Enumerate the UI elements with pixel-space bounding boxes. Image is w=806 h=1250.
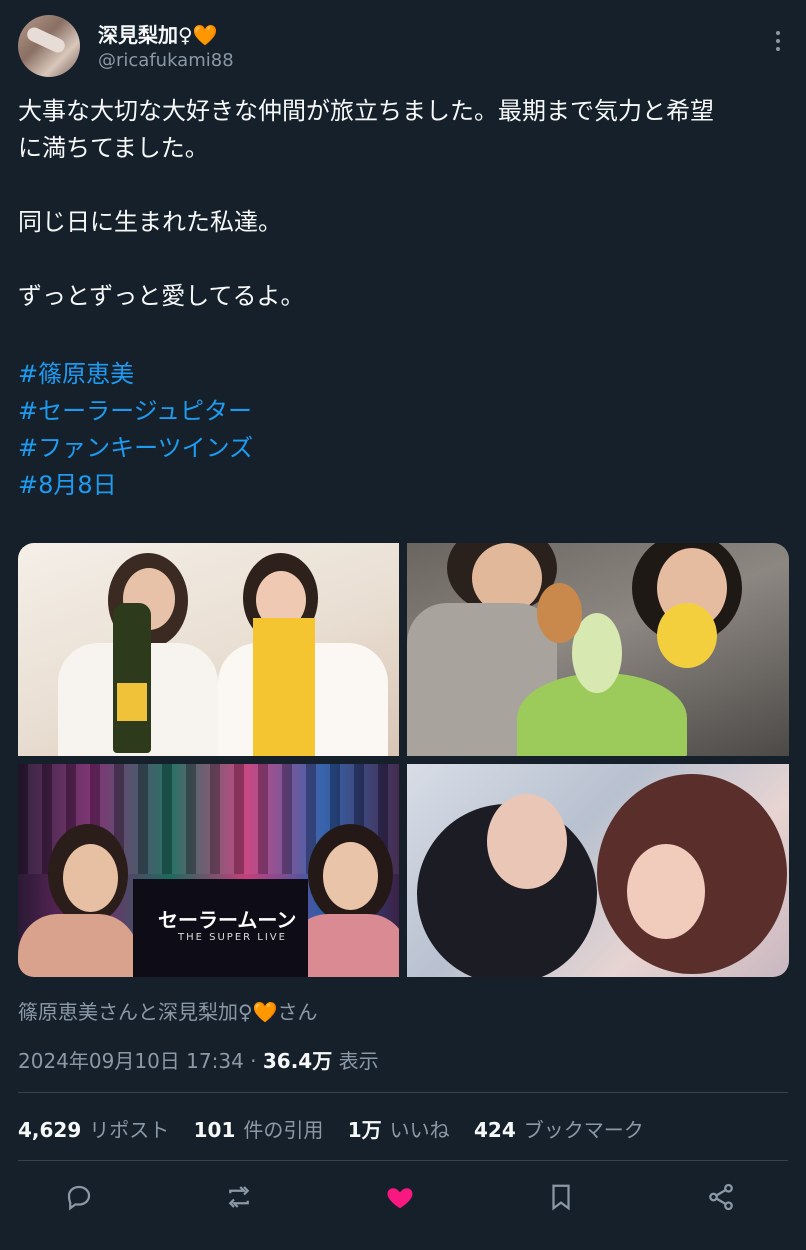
poster-title: セーラームーン [158, 908, 297, 932]
photo-sailor-moon-poster[interactable]: セーラームーン THE SUPER LIVE [18, 764, 399, 977]
photo-tags[interactable]: 篠原恵美さんと深見梨加♀🧡さん [18, 996, 318, 1025]
bookmarks-stat[interactable]: 424 ブックマーク [474, 1118, 644, 1142]
quotes-label: 件の引用 [243, 1118, 324, 1142]
reposts-count: 4,629 [18, 1118, 82, 1142]
photo-melon-parfait[interactable] [407, 543, 789, 756]
bookmarks-label: ブックマーク [523, 1118, 644, 1142]
divider [18, 1160, 788, 1161]
divider [18, 1092, 788, 1093]
bookmarks-count: 424 [474, 1118, 516, 1142]
tweet-line: 大事な大切な大好きな仲間が旅立ちました。最期まで気力と希望 [18, 97, 714, 125]
likes-count: 1万 [347, 1118, 382, 1142]
like-icon[interactable] [385, 1182, 421, 1218]
media-grid: セーラームーン THE SUPER LIVE [18, 543, 789, 977]
tweet-line: 同じ日に生まれた私達。 [18, 208, 282, 236]
photo-lying-portrait[interactable] [407, 764, 789, 977]
quotes-count: 101 [193, 1118, 236, 1142]
tweet-line: に満ちてました。 [18, 134, 209, 162]
reposts-label: リポスト [89, 1118, 170, 1142]
hashtag-link[interactable]: #8月8日 [18, 467, 253, 504]
likes-label: いいね [389, 1118, 450, 1142]
tweet-header: 深見梨加♀🧡 @ricafukami88 [18, 15, 788, 79]
poster-subtitle: THE SUPER LIVE [178, 932, 287, 943]
reposts-stat[interactable]: 4,629 リポスト [18, 1118, 169, 1142]
share-icon[interactable] [706, 1182, 742, 1218]
hashtag-list: #篠原恵美 #セーラージュピター #ファンキーツインズ #8月8日 [18, 356, 253, 504]
engagement-stats: 4,629 リポスト 101 件の引用 1万 いいね 424 ブックマーク [18, 1114, 662, 1143]
author-handle[interactable]: @ricafukami88 [98, 50, 234, 71]
quotes-stat[interactable]: 101 件の引用 [194, 1118, 324, 1142]
author-name[interactable]: 深見梨加♀🧡 [98, 19, 218, 48]
more-icon[interactable] [768, 27, 788, 57]
repost-icon[interactable] [224, 1182, 260, 1218]
tweet-text: 大事な大切な大好きな仲間が旅立ちました。最期まで気力と希望 に満ちてました。 同… [18, 93, 793, 315]
tweet-line: ずっとずっと愛してるよ。 [18, 282, 305, 310]
views-count: 36.4万 [262, 1049, 333, 1073]
hashtag-link[interactable]: #セーラージュピター [18, 393, 253, 430]
hashtag-link[interactable]: #ファンキーツインズ [18, 430, 253, 467]
bookmark-icon[interactable] [546, 1182, 582, 1218]
timestamp[interactable]: 2024年09月10日 17:34 [18, 1049, 244, 1073]
reply-icon[interactable] [64, 1182, 100, 1218]
tweet-meta: 2024年09月10日 17:34 · 36.4万 表示 [18, 1049, 379, 1073]
views-label: 表示 [338, 1049, 379, 1073]
action-bar [0, 1172, 806, 1228]
likes-stat[interactable]: 1万 いいね [348, 1118, 450, 1142]
hashtag-link[interactable]: #篠原恵美 [18, 356, 253, 393]
avatar[interactable] [18, 15, 80, 77]
photo-champagne[interactable] [18, 543, 399, 756]
